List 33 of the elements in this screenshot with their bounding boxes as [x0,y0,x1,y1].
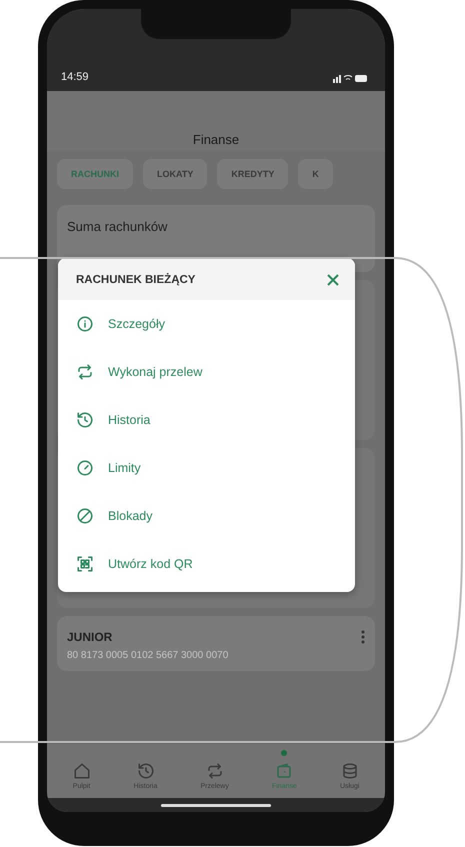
status-icons [333,73,367,83]
menu-item[interactable]: Historia [58,396,355,444]
history-icon [76,411,94,429]
card-title: Suma rachunków [67,219,168,234]
close-icon [325,272,341,288]
account-number: 80 8173 0005 0102 5667 3000 0070 [67,650,230,661]
tab[interactable]: LOKATY [143,159,208,189]
history-icon [136,762,154,780]
menu-title: RACHUNEK BIEŻĄCY [76,274,196,286]
tab[interactable]: KREDYTY [217,159,288,189]
close-button[interactable] [325,272,341,288]
menu-item[interactable]: Utwórz kod QR [58,540,355,588]
qr-code-icon [76,555,94,573]
arrows-icon [76,363,94,381]
menu-item[interactable]: Blokady [58,492,355,540]
block-icon [76,507,94,525]
account-card[interactable]: JUNIOR 80 8173 0005 0102 5667 3000 0070 [57,616,375,671]
screen-title: Finanse [192,132,240,147]
status-time: 14:59 [61,71,89,83]
tab[interactable]: K [298,159,333,189]
wallet-icon [275,762,294,780]
info-icon [76,315,94,333]
more-icon[interactable] [361,630,365,644]
account-name: JUNIOR [67,630,112,644]
menu-item[interactable]: Wykonaj przelew [58,348,355,396]
arrows-icon [206,762,224,780]
database-icon [340,762,359,780]
gauge-icon [76,459,94,477]
menu-item[interactable]: Limity [58,444,355,492]
tab[interactable]: RACHUNKI [57,159,133,189]
active-dot [281,750,288,756]
home-icon [72,762,91,780]
menu-item[interactable]: Szczegóły [58,300,355,348]
